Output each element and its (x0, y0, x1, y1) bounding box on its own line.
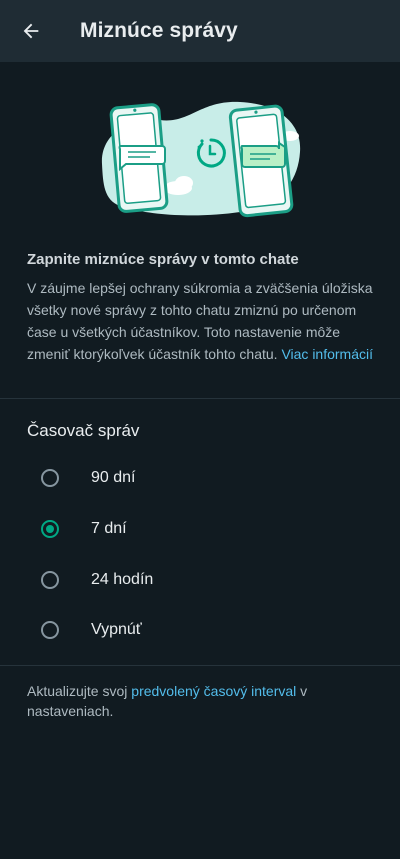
footer-prefix: Aktualizujte svoj (27, 683, 132, 699)
option-label: 24 hodín (91, 571, 154, 588)
radio-button[interactable] (41, 571, 59, 589)
default-timer-link[interactable]: predvolený časový interval (131, 683, 296, 699)
option-label: 7 dní (91, 520, 127, 537)
divider (0, 398, 400, 399)
description-block: Zapnite miznúce správy v tomto chate V z… (27, 250, 377, 365)
description-text: V záujme lepšej ochrany súkromia a zväčš… (27, 277, 377, 365)
divider (0, 665, 400, 666)
option-label: 90 dní (91, 469, 136, 486)
page-title: Miznúce správy (80, 19, 238, 42)
app-bar: Miznúce správy (0, 0, 400, 62)
footer-text: Aktualizujte svoj predvolený časový inte… (27, 681, 377, 721)
timer-option-off[interactable]: Vypnúť (0, 605, 400, 655)
timer-option-7-days[interactable]: 7 dní (0, 504, 400, 554)
disappearing-messages-illustration (101, 101, 301, 218)
message-bubble-icon (240, 141, 286, 168)
radio-button[interactable] (41, 469, 59, 487)
option-label: Vypnúť (91, 621, 142, 638)
timer-option-90-days[interactable]: 90 dní (0, 453, 400, 503)
radio-button-selected[interactable] (41, 520, 59, 538)
description-heading: Zapnite miznúce správy v tomto chate (27, 251, 299, 268)
radio-button[interactable] (41, 621, 59, 639)
back-button[interactable] (11, 11, 51, 51)
timer-option-24-hours[interactable]: 24 hodín (0, 555, 400, 605)
arrow-left-icon (23, 23, 39, 39)
radio-dot (46, 525, 54, 533)
timer-section-title: Časovač správ (27, 421, 140, 440)
learn-more-link[interactable]: Viac informácií (281, 346, 373, 362)
